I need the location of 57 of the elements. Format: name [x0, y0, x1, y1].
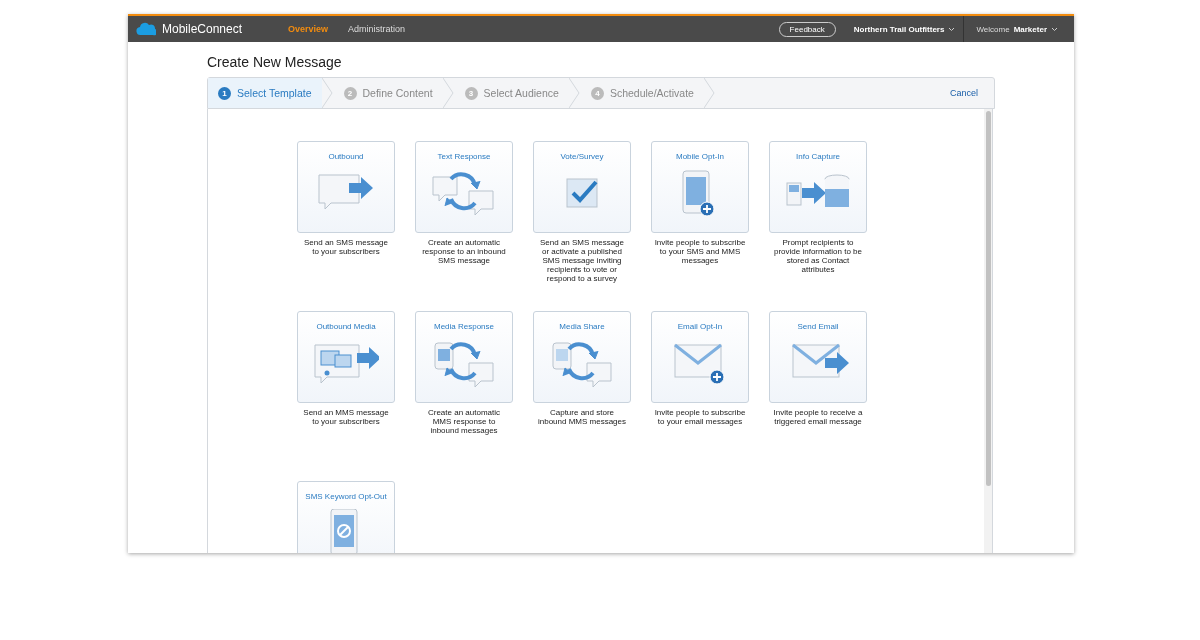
template-title: Outbound — [328, 152, 364, 161]
wizard-step[interactable]: 4 Schedule/Activate — [580, 78, 704, 108]
template-description: Create an automatic MMS response to inbound messages — [426, 408, 501, 435]
template-title: Media Share — [559, 322, 605, 331]
template-description: Send an MMS message to your subscribers — [302, 408, 390, 426]
template-description: Send an SMS message or activate a published SMS message inviting recipients to vote or respond to a survey — [538, 238, 625, 283]
template-description: Prompt recipients to provide information to be stored as Contact attributes — [772, 238, 864, 274]
wizard-step[interactable]: 1 Select Template — [208, 78, 322, 108]
template-tile[interactable]: Info Capture — [769, 141, 867, 233]
template-description: Capture and store inbound MMS messages — [536, 408, 627, 426]
template-description: Create an automatic response to an inbound SMS message — [421, 238, 507, 265]
wizard-step[interactable]: 3 Select Audience — [454, 78, 569, 108]
template-tile[interactable]: Outbound Media — [297, 311, 395, 403]
template-title: Email Opt-In — [677, 322, 723, 331]
template-tile[interactable]: Mobile Opt-In — [651, 141, 749, 233]
nav-link[interactable]: Administration — [348, 24, 406, 34]
template-description: Invite people to receive a triggered email message — [772, 408, 864, 426]
org-menu[interactable]: Northern Trail Outfitters — [845, 24, 964, 34]
chevron-icon — [1051, 26, 1058, 32]
step-number: 1 — [218, 86, 231, 100]
template-title: Outbound Media — [316, 322, 376, 331]
template-description: Invite people to subscribe to your SMS and MMS messages — [654, 238, 746, 265]
template-tile[interactable]: Vote/Survey — [533, 141, 631, 233]
scroll-thumb[interactable] — [985, 111, 991, 486]
template-tile[interactable]: SMS Keyword Opt-Out — [297, 481, 395, 553]
template-tile[interactable]: Text Response — [415, 141, 513, 233]
template-tile[interactable]: Email Opt-In — [651, 311, 749, 403]
template-title: Send Email — [797, 322, 839, 331]
nav-link[interactable]: Overview — [288, 24, 329, 34]
template-tile[interactable]: Outbound — [297, 141, 395, 233]
response-template-drawing — [431, 169, 497, 217]
step-number: 3 — [464, 86, 478, 100]
welcome-text: Welcome — [976, 24, 1010, 34]
cloud-logo-icon — [136, 22, 156, 36]
step-number: 4 — [590, 86, 604, 100]
user-menu[interactable]: Welcome Marketer — [964, 24, 1066, 34]
template-title: Text Response — [437, 152, 491, 161]
template-title: Vote/Survey — [560, 152, 604, 161]
media-response-template-drawing — [431, 339, 497, 387]
template-description: Invite people to subscribe to your email messages — [654, 408, 746, 426]
page-title: Create New Message — [207, 54, 343, 70]
template-title: Mobile Opt-In — [676, 152, 724, 161]
chevron-icon — [948, 26, 956, 32]
app-name: MobileConnect — [162, 22, 243, 36]
user-name: Marketer — [1013, 24, 1047, 34]
step-number: 2 — [343, 86, 357, 100]
template-description: Send an SMS message to your subscribers — [302, 238, 389, 256]
template-title: Media Response — [433, 322, 494, 331]
scrollbar[interactable] — [984, 109, 992, 553]
template-title: Info Capture — [796, 152, 840, 161]
wizard-step[interactable]: 2 Define Content — [333, 78, 443, 108]
template-tile[interactable]: Send Email — [769, 311, 867, 403]
media-share-template-drawing — [549, 339, 615, 387]
template-tile[interactable]: Media Share — [533, 311, 631, 403]
template-title: SMS Keyword Opt-Out — [305, 492, 387, 501]
template-tile[interactable]: Media Response — [415, 311, 513, 403]
cancel-link[interactable]: Cancel — [950, 88, 978, 98]
